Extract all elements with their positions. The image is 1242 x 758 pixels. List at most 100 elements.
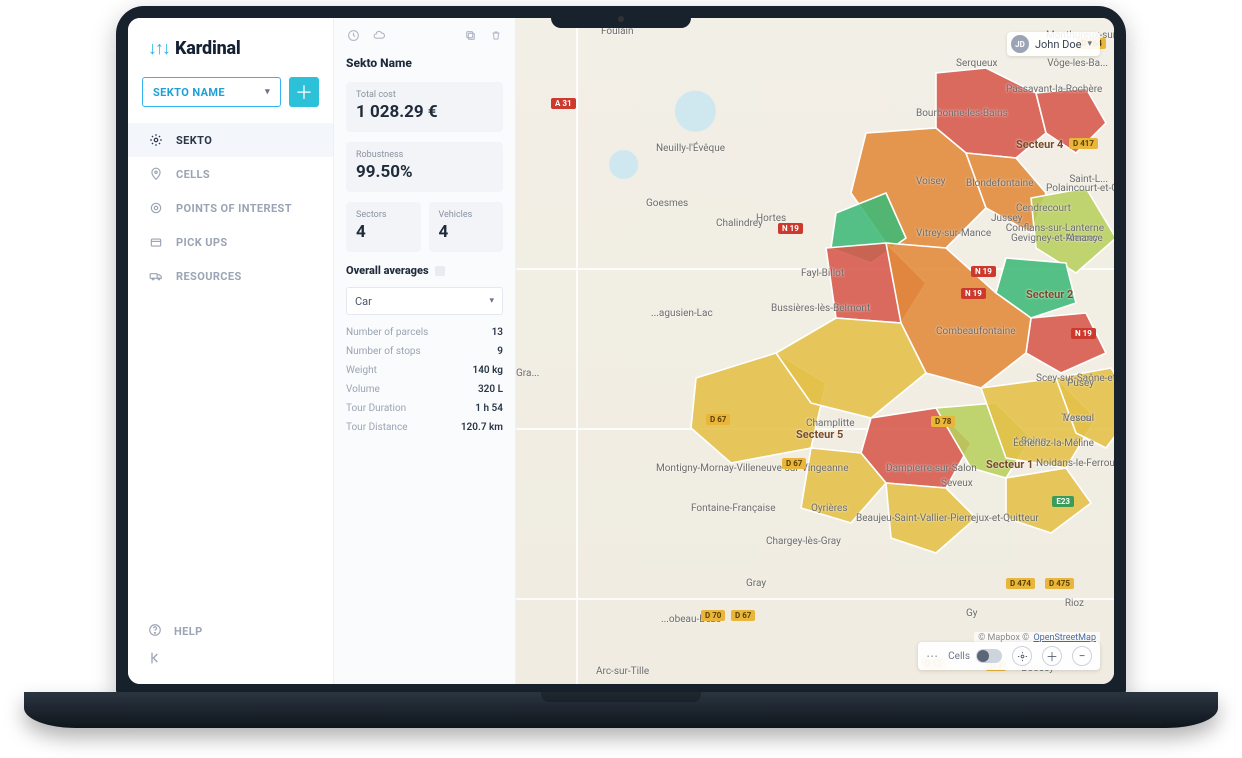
logo-mark-icon: ↓↑↓ xyxy=(148,38,169,59)
nav-label: SEKTO xyxy=(176,134,212,147)
cloud-icon[interactable] xyxy=(372,28,386,42)
sector-label: Secteur 5 xyxy=(796,428,843,441)
history-icon[interactable] xyxy=(346,28,360,42)
kv-row: Volume320 L xyxy=(346,382,503,397)
place-label: Vôge-les-Ba... xyxy=(1047,58,1108,69)
kv-key: Tour Duration xyxy=(346,403,406,414)
sekto-selector-row: SEKTO NAME ▾ ＋ xyxy=(128,77,333,123)
kv-value: 13 xyxy=(492,327,503,338)
card-label: Vehicles xyxy=(439,210,494,220)
place-label: Vitrey-sur-Mance xyxy=(916,228,991,239)
cells-toggle: Cells xyxy=(948,649,1002,663)
card-label: Robustness xyxy=(356,150,493,160)
card-robustness: Robustness 99.50% xyxy=(346,142,503,192)
nav-item-cells[interactable]: CELLS xyxy=(128,157,333,191)
dots-icon[interactable]: ⋯ xyxy=(926,649,938,663)
sector-label: Secteur 2 xyxy=(1026,288,1073,301)
place-label: Blondefontaine xyxy=(966,178,1034,189)
camera-dot xyxy=(618,16,624,22)
nav-item-pickups[interactable]: PICK UPS xyxy=(128,225,333,259)
collapse-sidebar-button[interactable] xyxy=(148,650,313,670)
add-sekto-button[interactable]: ＋ xyxy=(289,77,319,107)
help-label: HELP xyxy=(174,625,203,638)
nav-item-sekto[interactable]: SEKTO xyxy=(128,123,333,157)
card-value: 4 xyxy=(356,222,411,242)
nav-label: RESOURCES xyxy=(176,270,242,283)
map-area[interactable]: Secteur 4 Secteur 2 Secteur 1 Secteur 5 … xyxy=(516,18,1114,684)
place-label: Champlitte xyxy=(806,418,855,429)
user-menu[interactable]: JD John Doe ▾ xyxy=(1007,32,1100,56)
place-label: Conflans-sur-Lanterne xyxy=(1006,223,1104,234)
copy-icon[interactable] xyxy=(463,28,477,42)
place-label: Saint-L... xyxy=(1069,174,1108,185)
road-tag: D 70 xyxy=(701,610,725,621)
place-label: Neuilly-l'Évêque xyxy=(656,143,725,154)
kv-key: Volume xyxy=(346,384,380,395)
averages-title-text: Overall averages xyxy=(346,264,429,277)
kv-row: Weight140 kg xyxy=(346,363,503,378)
zoom-out-button[interactable]: − xyxy=(1072,646,1092,666)
nav-label: CELLS xyxy=(176,168,210,181)
zoom-in-button[interactable]: ＋ xyxy=(1042,646,1062,666)
sector-label: Secteur 1 xyxy=(986,458,1033,471)
place-label: Gy xyxy=(966,608,978,619)
place-label: Cendrecourt xyxy=(1016,203,1071,214)
road-line xyxy=(576,18,578,684)
card-row: Sectors 4 Vehicles 4 xyxy=(346,202,503,252)
card-vehicles: Vehicles 4 xyxy=(429,202,504,252)
road-tag: D 475 xyxy=(1045,578,1074,589)
cells-switch[interactable] xyxy=(976,649,1002,663)
place-label: Beaujeu-Saint-Vallier-Pierrejux-et-Quitt… xyxy=(856,513,1039,524)
kv-row: Number of stops 9 xyxy=(346,344,503,359)
place-label: Goesmes xyxy=(646,198,688,209)
locate-button[interactable] xyxy=(1012,646,1032,666)
nav-label: PICK UPS xyxy=(176,236,228,249)
sidebar-bottom: HELP xyxy=(128,623,333,670)
place-label: Chargey-lès-Gray xyxy=(766,536,841,547)
delete-icon[interactable] xyxy=(489,28,503,42)
collapse-icon xyxy=(148,650,164,670)
info-chip-icon xyxy=(435,266,445,276)
road-tag: N 19 xyxy=(778,223,803,234)
road-tag: E23 xyxy=(1052,496,1074,507)
road-tag: D 417 xyxy=(1069,138,1098,149)
stats-panel: Sekto Name Total cost 1 028.29 € Robustn… xyxy=(334,18,516,684)
card-label: Total cost xyxy=(356,90,493,100)
kv-key: Number of stops xyxy=(346,346,421,357)
road-tag: D 474 xyxy=(1006,578,1035,589)
place-label: Noidans-le-Ferroux xyxy=(1036,458,1114,469)
place-label: Seveux xyxy=(941,478,973,489)
sekto-selector-label: SEKTO NAME xyxy=(153,86,225,99)
dropdown-value: Car xyxy=(355,295,372,308)
laptop-frame: ↓↑↓ Kardinal SEKTO NAME ▾ ＋ SEKT xyxy=(24,0,1218,738)
place-label: Oyrières xyxy=(811,503,848,514)
nav-label: POINTS OF INTEREST xyxy=(176,202,292,215)
place-label: Rioz xyxy=(1065,598,1084,609)
help-icon xyxy=(148,623,162,640)
chevron-down-icon: ▾ xyxy=(489,296,494,306)
brand-logo: ↓↑↓ Kardinal xyxy=(128,34,333,77)
help-button[interactable]: HELP xyxy=(148,623,313,640)
road-line xyxy=(516,598,1114,600)
chevron-down-icon: ▾ xyxy=(1087,39,1092,49)
nav-item-resources[interactable]: RESOURCES xyxy=(128,259,333,293)
kv-value: 9 xyxy=(497,346,503,357)
screen-bezel: ↓↑↓ Kardinal SEKTO NAME ▾ ＋ SEKT xyxy=(116,6,1126,696)
cells-toggle-label: Cells xyxy=(948,651,970,662)
user-name: John Doe xyxy=(1035,38,1082,51)
app-screen: ↓↑↓ Kardinal SEKTO NAME ▾ ＋ SEKT xyxy=(128,18,1114,684)
panel-title: Sekto Name xyxy=(346,52,503,72)
chevron-down-icon: ▾ xyxy=(265,87,270,97)
sidebar: ↓↑↓ Kardinal SEKTO NAME ▾ ＋ SEKT xyxy=(128,18,334,684)
nav-item-poi[interactable]: POINTS OF INTEREST xyxy=(128,191,333,225)
place-label: Combeaufontaine xyxy=(936,326,1016,337)
place-label: Gra... xyxy=(516,368,539,379)
kv-value: 140 kg xyxy=(473,365,504,376)
road-tag: A 31 xyxy=(551,98,576,109)
place-label: Fontaine-Française xyxy=(691,503,776,514)
place-label: Bussières-lès-Belmont xyxy=(771,303,870,314)
sekto-selector[interactable]: SEKTO NAME ▾ xyxy=(142,77,281,107)
vehicle-type-dropdown[interactable]: Car ▾ xyxy=(346,287,503,315)
road-tag: D 67 xyxy=(731,610,755,621)
kv-value: 120.7 km xyxy=(461,422,503,433)
